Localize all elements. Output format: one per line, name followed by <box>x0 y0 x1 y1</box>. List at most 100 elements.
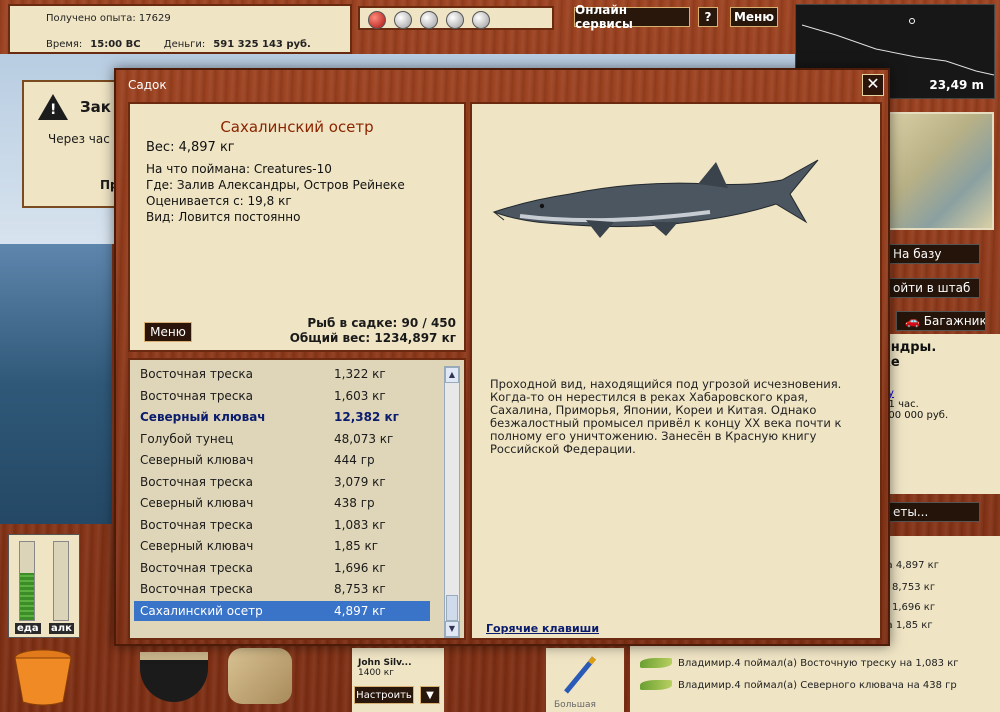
fish-item-name: Восточная треска <box>140 388 254 403</box>
fish-item-name: Восточная треска <box>140 582 254 596</box>
list-item[interactable]: Северный клювач 12,382 кг <box>134 407 430 427</box>
fish-item-weight: 1,083 кг <box>334 517 386 532</box>
scroll-down-icon[interactable]: ▼ <box>445 621 459 637</box>
fish-icon <box>640 680 672 690</box>
where-value: Залив Александры, Остров Рейнеке <box>176 178 405 192</box>
kind-value: Ловится постоянно <box>178 210 301 224</box>
fish-item-name: Северный клювач <box>140 496 254 510</box>
configure-button[interactable]: Настроить <box>354 686 414 704</box>
money-value: 591 325 143 руб. <box>213 39 311 50</box>
money-label: Деньги: <box>163 39 206 50</box>
fish-item-weight: 4,897 кг <box>334 603 386 618</box>
location-row: Где: Залив Александры, Остров Рейнеке <box>146 178 405 192</box>
fish-item-name: Восточная треска <box>140 517 254 532</box>
valued-row: Оценивается с: 19,8 кг <box>146 194 292 208</box>
fish-image-panel: Проходной вид, находящийся под угрозой и… <box>470 102 882 640</box>
trunk-label: Багажник <box>923 314 986 328</box>
tackle-name: John Silv... <box>358 658 412 668</box>
feed-entry: 8,753 кг <box>892 582 936 593</box>
list-item-selected[interactable]: Сахалинский осетр 4,897 кг <box>134 600 430 621</box>
scroll-thumb[interactable] <box>446 595 458 621</box>
location-map[interactable] <box>886 112 994 230</box>
fish-item-weight: 1,603 кг <box>334 388 386 403</box>
info-duration: : 1 час. <box>882 399 919 410</box>
caught-with-value: Creatures-10 <box>253 162 332 176</box>
bucket-icon[interactable] <box>8 646 78 708</box>
list-item[interactable]: Восточная треска 8,753 кг <box>134 579 430 599</box>
tackle-card[interactable]: John Silv... 1400 кг Настроить ▼ <box>352 648 444 712</box>
online-services-button[interactable]: Онлайн сервисы <box>574 3 690 31</box>
car-icon: 🚗 <box>905 314 920 328</box>
list-item[interactable]: Восточная треска 1,322 кг <box>134 364 430 384</box>
tackle-card-2[interactable]: Большая <box>546 648 624 712</box>
hotkeys-link[interactable]: Горячие клавиши <box>486 622 599 635</box>
fish-item-weight: 48,073 кг <box>334 431 394 446</box>
time-label: Время: <box>46 39 83 50</box>
alcohol-gauge <box>53 541 69 621</box>
lure-icon[interactable] <box>446 11 464 29</box>
fish-item-weight: 8,753 кг <box>334 582 386 596</box>
fish-item-weight: 1,322 кг <box>334 367 386 381</box>
valued-value: 19,8 кг <box>247 194 292 208</box>
fish-item-weight: 438 гр <box>334 496 375 510</box>
location-link[interactable]: ку <box>882 388 996 399</box>
location-name: андры. <box>882 340 937 355</box>
list-scrollbar[interactable]: ▲ ▼ <box>444 366 460 638</box>
info-extra: 4 <box>882 421 996 432</box>
tackle-size-label: Большая <box>554 700 596 710</box>
scroll-up-icon[interactable]: ▲ <box>445 367 459 383</box>
chevron-down-icon[interactable]: ▼ <box>420 686 440 704</box>
list-item[interactable]: Восточная треска 1,603 кг <box>134 386 430 406</box>
fish-cage-window: Садок ✕ Сахалинский осетр Вес: 4,897 кг … <box>114 68 890 646</box>
lure-icon[interactable] <box>394 11 412 29</box>
cage-summary: Рыб в садке: 90 / 450 Общий вес: 1234,89… <box>290 316 456 346</box>
kind-row: Вид: Ловится постоянно <box>146 210 300 224</box>
fish-name: Сахалинский осетр <box>220 118 374 136</box>
lure-icon[interactable] <box>420 11 438 29</box>
go-to-hq-button[interactable]: ойти в штаб <box>884 278 980 298</box>
list-item[interactable]: Северный клювач 444 гр <box>134 450 430 470</box>
list-item[interactable]: Северный клювач 1,85 кг <box>134 536 430 556</box>
fish-item-name: Северный клювач <box>140 410 266 424</box>
fish-item-weight: 1,85 кг <box>334 539 379 553</box>
fish-item-weight: 3,079 кг <box>334 474 386 489</box>
to-base-button[interactable]: На базу <box>884 244 980 264</box>
fish-menu-button[interactable]: Меню <box>144 322 192 342</box>
close-icon[interactable]: ✕ <box>862 74 884 96</box>
fish-item-name: Северный клювач <box>140 539 254 553</box>
food-gauge-fill <box>20 573 34 620</box>
food-pot-icon[interactable] <box>140 652 208 702</box>
list-item[interactable]: Восточная треска 1,083 кг <box>134 515 430 535</box>
notice-text: Через час <box>48 132 110 146</box>
catch-list: Восточная треска 1,322 кг Восточная треск… <box>128 358 466 640</box>
list-item[interactable]: Восточная треска 1,696 кг <box>134 558 430 578</box>
caught-with-label: На что поймана: <box>146 162 251 176</box>
list-item[interactable]: Северный клювач 438 гр <box>134 493 430 513</box>
help-button[interactable]: ? <box>698 7 718 27</box>
total-weight-value: 1234,897 кг <box>374 331 456 345</box>
list-item[interactable]: Восточная треска 3,079 кг <box>134 472 430 492</box>
location-name-2: ке <box>882 355 900 370</box>
cage-count-value: 90 / 450 <box>401 316 457 330</box>
tickets-button[interactable]: еты... <box>884 502 980 522</box>
main-menu-button[interactable]: Меню <box>730 7 778 27</box>
depth-value: 23,49 m <box>929 78 984 92</box>
fish-icon <box>640 658 672 668</box>
lure-icon[interactable] <box>472 11 490 29</box>
trunk-button[interactable]: 🚗 Багажник <box>896 311 986 331</box>
float-marker-icon <box>909 18 915 24</box>
notice-title: Зак <box>80 98 111 116</box>
alcohol-label: алк <box>49 623 74 634</box>
fish-item-name: Голубой тунец <box>140 431 234 446</box>
location-info-panel: андры. ке ку : 1 час. 000 000 руб. 4 <box>878 334 1000 494</box>
sack-icon[interactable] <box>228 648 292 704</box>
warning-icon <box>38 94 68 120</box>
caught-with-row: На что поймана: Creatures-10 <box>146 162 332 176</box>
sea-background <box>0 244 112 524</box>
feed-entry: Владимир.4 поймал(а) Восточную треску на… <box>678 658 959 669</box>
lures-bar <box>358 6 554 30</box>
fish-item-name: Восточная треска <box>140 560 254 575</box>
lure-icon-red[interactable] <box>368 11 386 29</box>
list-item[interactable]: Голубой тунец 48,073 кг <box>134 429 430 449</box>
fish-item-weight: 12,382 кг <box>334 410 399 424</box>
